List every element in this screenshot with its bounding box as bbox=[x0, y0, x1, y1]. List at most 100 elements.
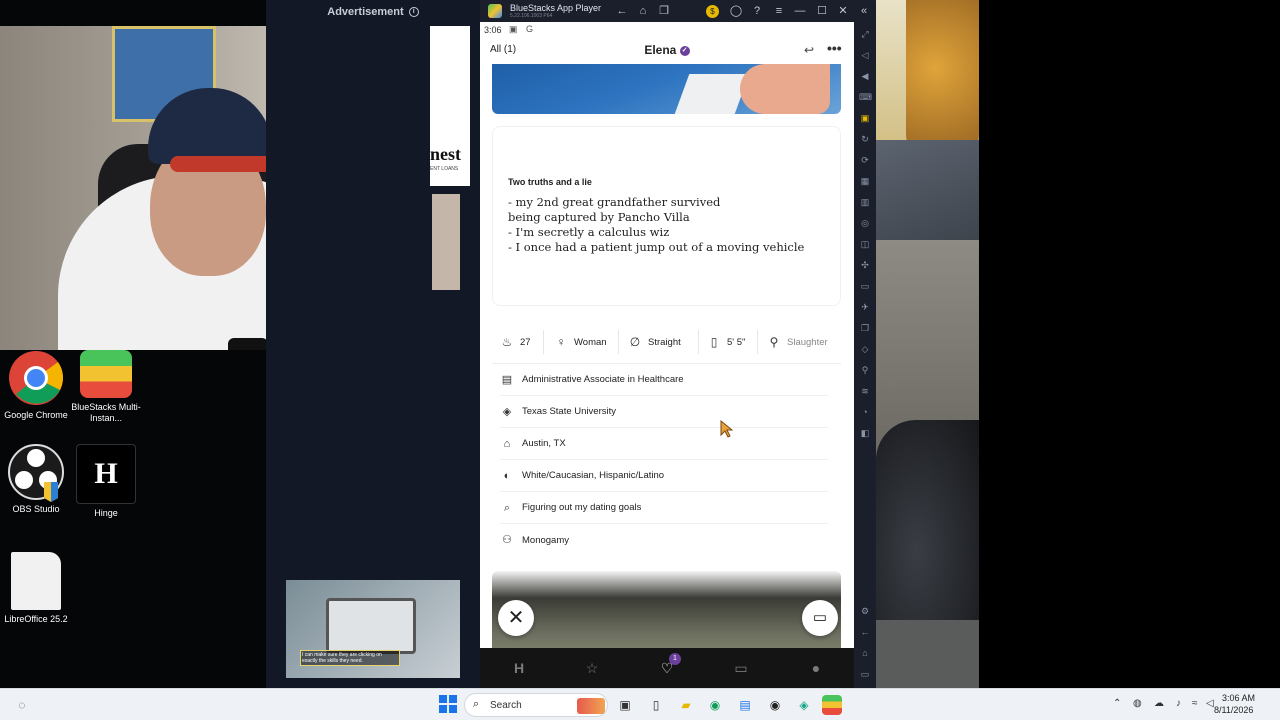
boat-image bbox=[674, 74, 750, 114]
volume-icon[interactable]: ◁ bbox=[859, 49, 871, 61]
home-icon[interactable]: ⌂ bbox=[635, 3, 651, 19]
desktop-icon-libreoffice[interactable]: LibreOffice 25.2 bbox=[0, 552, 72, 625]
vital-chip-orientation: ∅ Straight bbox=[628, 332, 681, 352]
nav-likes-button[interactable]: ♡ 1 bbox=[655, 653, 681, 679]
desktop-icon-hinge[interactable]: H Hinge bbox=[70, 444, 142, 519]
microphone bbox=[228, 338, 268, 350]
eco-icon[interactable]: ◔ bbox=[859, 406, 871, 418]
gamepad-icon[interactable]: ✣ bbox=[859, 259, 871, 271]
taskbar-app-icon-2[interactable]: ◈ bbox=[794, 695, 814, 715]
android-back-icon[interactable]: ← bbox=[859, 626, 871, 638]
rotate-icon[interactable]: ↻ bbox=[859, 133, 871, 145]
laptop-image bbox=[326, 598, 416, 654]
clock-date[interactable]: 8/11/2026 bbox=[1214, 705, 1253, 715]
collapse-sidebar-icon[interactable]: « bbox=[856, 3, 872, 19]
file-icon[interactable]: ▯ bbox=[646, 695, 666, 715]
macro-icon[interactable]: ▦ bbox=[859, 175, 871, 187]
desktop-icon-obs[interactable]: OBS Studio bbox=[0, 444, 72, 515]
vital-chip-label: Straight bbox=[648, 336, 681, 348]
android-recents-icon[interactable]: ▭ bbox=[859, 668, 871, 680]
gender-icon: ♀ bbox=[556, 335, 566, 349]
wifi-icon[interactable]: ≈ bbox=[1192, 698, 1198, 709]
recent-apps-icon[interactable]: ❐ bbox=[656, 3, 672, 19]
nav-standouts-icon[interactable]: ☆ bbox=[580, 657, 604, 679]
bluestacks-logo-icon bbox=[488, 4, 502, 18]
sidebar-toggle-icon[interactable]: ◧ bbox=[859, 427, 871, 439]
sync-icon[interactable]: ⟳ bbox=[859, 154, 871, 166]
eraser-icon[interactable]: ◇ bbox=[859, 343, 871, 355]
chrome-taskbar-icon[interactable]: ◉ bbox=[705, 695, 725, 715]
menu-icon[interactable]: ≡ bbox=[771, 3, 787, 19]
chip-divider bbox=[698, 330, 699, 354]
widgets-icon[interactable]: ◌ bbox=[12, 695, 32, 715]
profile-photo[interactable] bbox=[492, 64, 841, 114]
nav-discover-icon[interactable]: H bbox=[507, 657, 531, 679]
location-pin-icon: ⚲ bbox=[769, 335, 779, 349]
taskbar-app-icon[interactable]: ▤ bbox=[735, 695, 755, 715]
vital-chip-label: 5' 5" bbox=[727, 336, 746, 348]
folder-icon[interactable]: ▭ bbox=[859, 280, 871, 292]
clock-time[interactable]: 3:06 AM bbox=[1222, 693, 1255, 703]
detail-label: Administrative Associate in Healthcare bbox=[522, 374, 684, 385]
windows-start-icon[interactable] bbox=[438, 695, 458, 715]
desktop-icon-bluestacks-multi[interactable]: BlueStacks Multi-Instan... bbox=[70, 350, 142, 424]
comment-button[interactable]: ▭ bbox=[802, 600, 838, 636]
back-icon[interactable]: ← bbox=[614, 3, 630, 19]
taskbar-search[interactable]: ⌕ Search bbox=[464, 693, 608, 717]
tv-icon[interactable]: ▣ bbox=[859, 112, 871, 124]
skip-button[interactable]: ✕ bbox=[498, 600, 534, 636]
more-options-icon[interactable]: ••• bbox=[827, 40, 842, 56]
coin-icon[interactable]: $ bbox=[706, 5, 719, 18]
task-view-icon[interactable]: ▣ bbox=[615, 695, 635, 715]
profile-name-text: Elena bbox=[644, 43, 677, 57]
detail-row-school: ◈ Texas State University bbox=[500, 396, 828, 428]
nav-matches-icon[interactable]: ▭ bbox=[729, 657, 753, 679]
nav-profile-icon[interactable]: ● bbox=[804, 657, 828, 679]
windows-taskbar: ◌ ⌕ Search ▣ ▯ ▰ ◉ ▤ ◉ ◈ ⌃ ◍ ☁ ♪ ≈ ◁ 3:0… bbox=[0, 688, 1280, 720]
driveway bbox=[876, 620, 979, 688]
bluestacks-taskbar-icon[interactable] bbox=[822, 695, 842, 715]
likes-count-badge: 1 bbox=[669, 653, 681, 665]
desktop-empty-area bbox=[979, 0, 1280, 688]
info-icon[interactable]: i bbox=[408, 7, 419, 18]
cloud-icon[interactable]: ☁ bbox=[1154, 698, 1164, 709]
fullscreen-icon[interactable]: ⤢ bbox=[859, 28, 871, 40]
volume-down-icon[interactable]: ◀ bbox=[859, 70, 871, 82]
android-home-icon[interactable]: ⌂ bbox=[859, 647, 871, 659]
ad-banner[interactable]: nest ENT LOANS bbox=[430, 26, 470, 186]
speaker-icon[interactable]: ◁ bbox=[1206, 698, 1214, 709]
emulator-sidebar: ⤢ ◁ ◀ ⌨ ▣ ↻ ⟳ ▦ ▥ ◎ ◫ ✣ ▭ ✈ ❐ ◇ ⚲ ≋ ◔ ◧ … bbox=[854, 22, 876, 688]
airplane-icon[interactable]: ✈ bbox=[859, 301, 871, 313]
help-icon[interactable]: ? bbox=[749, 3, 765, 19]
settings-icon[interactable]: ⚙ bbox=[859, 605, 871, 617]
location-icon[interactable]: ⚲ bbox=[859, 364, 871, 376]
account-icon[interactable]: ◯ bbox=[728, 3, 744, 19]
screenshot-icon[interactable]: ◎ bbox=[859, 217, 871, 229]
undo-icon[interactable]: ↩ bbox=[804, 43, 814, 57]
performance-icon[interactable]: ▥ bbox=[859, 196, 871, 208]
graduation-cap-icon: ◈ bbox=[502, 405, 512, 418]
camera-icon[interactable]: ◫ bbox=[859, 238, 871, 250]
minimize-icon[interactable]: — bbox=[792, 3, 808, 19]
desktop-icon-chrome[interactable]: Google Chrome bbox=[0, 350, 72, 421]
vital-chip-label: Woman bbox=[574, 336, 607, 348]
desktop-icon-label: Google Chrome bbox=[4, 410, 68, 420]
detail-row-dating-goals: ⌕ Figuring out my dating goals bbox=[500, 492, 828, 524]
profile-photo-2[interactable] bbox=[492, 571, 841, 648]
layers-icon[interactable]: ≋ bbox=[859, 385, 871, 397]
maximize-icon[interactable]: ☐ bbox=[814, 3, 830, 19]
file-explorer-icon[interactable]: ▰ bbox=[676, 695, 696, 715]
ad-video[interactable]: I can make sure they are clicking on exa… bbox=[286, 580, 460, 678]
show-hidden-icons-icon[interactable]: ⌃ bbox=[1113, 698, 1121, 709]
tray-app-icon[interactable]: ◍ bbox=[1133, 698, 1142, 709]
copy-icon[interactable]: ❐ bbox=[859, 322, 871, 334]
emulator-titlebar: BlueStacks App Player 5.22.106.1003 P64 … bbox=[480, 0, 876, 22]
ad-thumbnail[interactable] bbox=[432, 194, 460, 290]
close-icon[interactable]: ✕ bbox=[835, 3, 851, 19]
photo-subject bbox=[740, 64, 830, 114]
prompt-card[interactable]: Two truths and a lie - my 2nd great gran… bbox=[492, 126, 841, 306]
keyboard-icon[interactable]: ⌨ bbox=[859, 91, 872, 103]
obs-taskbar-icon[interactable]: ◉ bbox=[765, 695, 785, 715]
chip-divider bbox=[618, 330, 619, 354]
microphone-icon[interactable]: ♪ bbox=[1176, 698, 1181, 709]
